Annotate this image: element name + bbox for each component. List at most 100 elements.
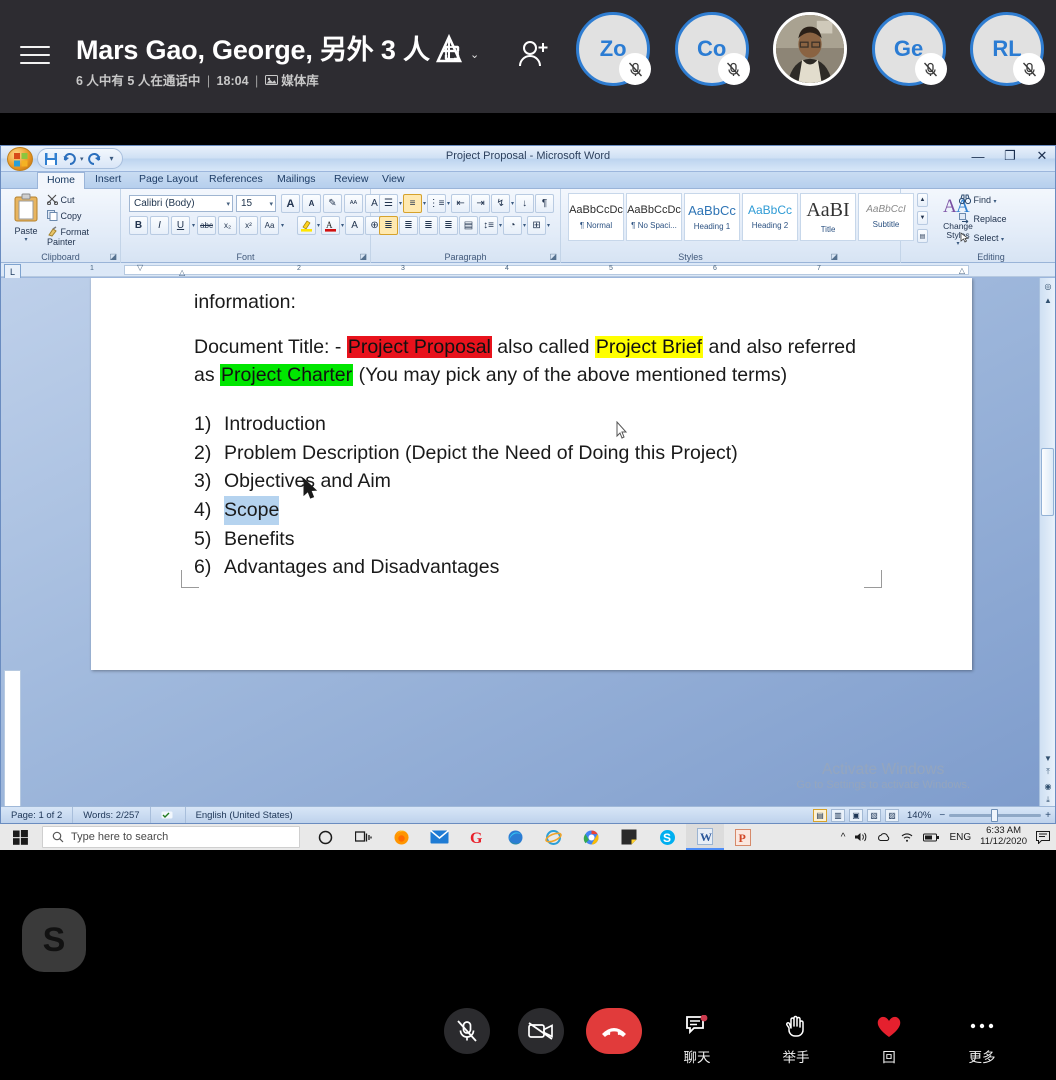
superscript-button[interactable]: x² [239,216,259,235]
change-case2-button[interactable]: Aa [260,216,280,235]
list-item[interactable]: 2) Problem Description (Depict the Need … [194,439,894,468]
proofing-icon[interactable] [151,807,186,823]
line-spacing-dropdown-icon[interactable]: ▾ [499,222,502,229]
replace-button[interactable]: Replace [959,213,1007,224]
draft-view-button[interactable]: ▨ [885,808,899,822]
tab-view[interactable]: View [373,172,414,189]
outline-view-button[interactable]: ▧ [867,808,881,822]
vertical-ruler[interactable] [4,670,21,806]
mail-icon[interactable] [420,824,458,850]
next-page-button[interactable]: ⤓ [1042,794,1054,806]
tab-insert[interactable]: Insert [86,172,130,189]
avatar[interactable]: RL [970,12,1045,86]
numbering-button[interactable]: ≡ [403,194,423,213]
paste-dropdown-icon[interactable]: ▾ [9,236,43,243]
start-button[interactable] [0,824,40,850]
format-painter-button[interactable]: Format Painter [47,226,120,247]
tab-review[interactable]: Review [325,172,377,189]
mic-toggle-button[interactable] [444,1008,490,1054]
style-normal[interactable]: AaBbCcDc ¶ Normal [568,193,624,241]
highlight-color-button[interactable] [297,216,316,235]
battery-icon[interactable] [923,832,940,843]
clear-formatting-button[interactable]: ✎ [323,194,342,213]
screen-share-icon[interactable] [430,33,468,67]
underline-dropdown-icon[interactable]: ▾ [192,222,195,229]
sort-button[interactable]: ↯ [491,194,511,213]
chrome-icon[interactable] [572,824,610,850]
scroll-down-arrow[interactable]: ▼ [1042,752,1054,764]
list-item[interactable]: 1) Introduction [194,410,894,439]
scroll-up-arrow[interactable]: ▲ [1042,294,1054,306]
zoom-out-button[interactable]: − [939,810,945,821]
list-item[interactable]: 6) Advantages and Disadvantages [194,553,894,582]
language-indicator[interactable]: ENG [949,832,971,843]
style-heading-2[interactable]: AaBbCc Heading 2 [742,193,798,241]
avatar[interactable] [773,12,848,86]
find-dropdown-icon[interactable]: ▾ [994,199,997,205]
tab-page-layout[interactable]: Page Layout [130,172,207,189]
bullets-button[interactable]: ☰ [379,194,398,213]
select-browse-object-button[interactable]: ◉ [1042,780,1054,792]
first-line-indent-marker[interactable]: ▽ [137,263,143,272]
tab-references[interactable]: References [200,172,272,189]
borders-button[interactable]: ⊞ [527,216,547,235]
list-item[interactable]: 4) Scope [194,495,894,525]
clipboard-dialog-launcher[interactable]: ◪ [109,252,117,261]
chat-button[interactable]: 聊天 [657,1006,737,1066]
select-button[interactable]: Select ▾ [959,232,1004,243]
avatar[interactable]: Zo [576,12,652,86]
chevron-down-icon[interactable]: ⌄ [470,48,479,61]
numbering-dropdown-icon[interactable]: ▾ [423,200,426,207]
minimize-button[interactable]: — [969,149,987,164]
underline-button[interactable]: U [171,216,190,235]
avatar[interactable]: Co [674,12,750,86]
select-dropdown-icon[interactable]: ▾ [1001,237,1004,243]
reactions-button[interactable]: 回 [849,1006,929,1066]
list-item[interactable]: 3) Objectives and Aim [194,467,894,496]
grow-font-button[interactable]: A [281,194,300,213]
align-right-button[interactable]: ≣ [419,216,438,235]
camera-toggle-button[interactable] [518,1008,564,1054]
bold-button[interactable]: B [129,216,148,235]
shading-button[interactable]: A [345,216,365,235]
style-title[interactable]: AaBI Title [800,193,856,241]
styles-dialog-launcher[interactable]: ◪ [830,252,838,261]
menu-icon[interactable] [20,40,50,64]
italic-button[interactable]: I [150,216,169,235]
borders-dropdown-icon[interactable]: ▾ [547,222,550,229]
volume-icon[interactable] [854,831,868,843]
taskbar-search-box[interactable]: Type here to search [42,826,300,848]
cortana-icon[interactable] [306,824,344,850]
status-words[interactable]: Words: 2/257 [73,807,151,823]
zoom-slider[interactable] [949,808,1042,822]
multilevel-list-button[interactable]: ⋮≡ [427,194,447,213]
font-name-dropdown-icon[interactable]: ▾ [223,200,230,208]
tab-mailings[interactable]: Mailings [268,172,325,189]
edge-chromium-icon[interactable] [496,824,534,850]
word-icon[interactable]: W [686,824,724,850]
wifi-icon[interactable] [900,831,914,843]
font-size-dropdown-icon[interactable]: ▾ [266,200,273,208]
firefox-icon[interactable] [382,824,420,850]
find-button[interactable]: Find ▾ [958,194,997,205]
font-dialog-launcher[interactable]: ◪ [359,252,367,261]
sticky-notes-icon[interactable] [610,824,648,850]
list-item[interactable]: 5) Benefits [194,525,894,554]
taskbar-clock[interactable]: 6:33 AM 11/12/2020 [980,825,1027,848]
shading-dropdown-icon[interactable]: ▾ [523,222,526,229]
bullets-dropdown-icon[interactable]: ▾ [399,200,402,207]
powerpoint-icon[interactable]: P [724,824,762,850]
full-screen-reading-button[interactable]: ▥ [831,808,845,822]
justify-button[interactable]: ≣ [439,216,458,235]
font-color-dropdown-icon[interactable]: ▾ [341,222,344,229]
multilevel-dropdown-icon[interactable]: ▾ [447,200,450,207]
tab-selector-button[interactable]: L [4,264,21,279]
print-layout-view-button[interactable]: ▤ [813,808,827,822]
scrollbar-thumb[interactable] [1041,448,1054,516]
status-page[interactable]: Page: 1 of 2 [1,807,74,823]
document-page[interactable]: information: Document Title: - Project P… [91,278,972,670]
gom-player-icon[interactable]: G [458,824,496,850]
decrease-indent-button[interactable]: ⇤ [451,194,471,213]
action-center-icon[interactable] [1036,830,1050,844]
tab-home[interactable]: Home [37,172,86,189]
